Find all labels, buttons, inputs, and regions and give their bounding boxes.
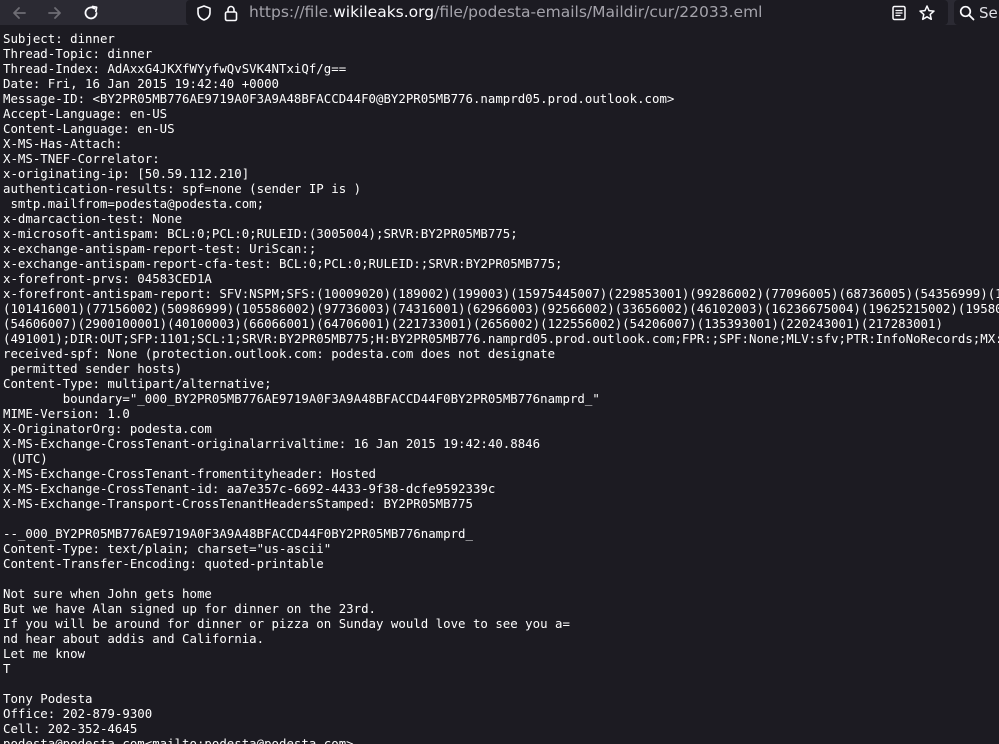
reader-view-button[interactable]: [888, 0, 910, 25]
search-icon: [959, 5, 975, 20]
search-box[interactable]: Se: [954, 0, 999, 25]
star-icon: [919, 4, 935, 20]
url-text[interactable]: https://file.wikileaks.org/file/podesta-…: [249, 1, 763, 23]
arrow-right-icon: [48, 6, 61, 19]
url-host: wikileaks.org: [333, 3, 435, 21]
reload-button[interactable]: [77, 0, 105, 25]
search-box-label: Se: [979, 3, 998, 22]
url-bar[interactable]: https://file.wikileaks.org/file/podesta-…: [186, 0, 948, 25]
back-button[interactable]: [5, 0, 33, 25]
email-source-text: Subject: dinner Thread-Topic: dinner Thr…: [3, 31, 999, 744]
bookmark-button[interactable]: [916, 0, 938, 25]
reload-icon: [84, 5, 98, 19]
url-prefix: https://file.: [249, 3, 334, 21]
lock-icon: [224, 5, 238, 21]
browser-toolbar: https://file.wikileaks.org/file/podesta-…: [0, 0, 999, 25]
shield-icon: [197, 4, 211, 21]
url-path: /file/podesta-emails/Maildir/cur/22033.e…: [434, 3, 763, 21]
forward-button[interactable]: [41, 0, 69, 25]
reader-view-icon: [892, 5, 906, 20]
arrow-left-icon: [13, 6, 26, 19]
tracking-protection-button[interactable]: [192, 0, 216, 25]
site-info-button[interactable]: [220, 0, 242, 25]
page-content: Subject: dinner Thread-Topic: dinner Thr…: [3, 31, 999, 744]
